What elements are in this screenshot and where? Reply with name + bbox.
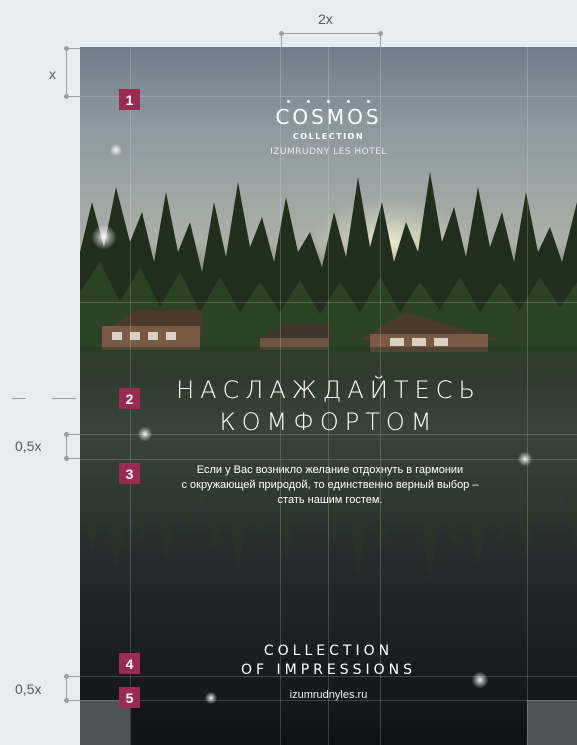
body-line-2: с окружающей природой, то единственно ве… [181,479,479,491]
dimension-label-2x: 2x [318,11,333,27]
headline-line-1: НАСЛАЖДАЙТЕСЬ [176,376,481,404]
dimension-dot [64,456,69,461]
dimension-label-half-x: 0,5x [15,681,42,697]
footer-title: COLLECTION OF IMPRESSIONS [80,642,577,680]
dimension-dot [64,698,69,703]
footer-line-2: OF IMPRESSIONS [240,662,417,678]
grid-guide [80,459,577,460]
website-url: izumrudnyles.ru [289,689,368,701]
dimension-dot [64,94,69,99]
dimension-dot [279,31,284,36]
margin-strip-right [527,700,577,745]
headline: НАСЛАЖДАЙТЕСЬ КОМФОРТОМ [80,374,577,438]
marker-3: 3 [119,463,140,484]
marker-2: 2 [119,388,140,409]
footer-line-1: COLLECTION [263,643,394,659]
dimension-label-x: x [49,66,56,82]
dimension-dot [378,31,383,36]
dimension-line-x [66,48,67,97]
bokeh-light [92,225,116,249]
grid-guide [80,96,577,97]
dimension-label-half-x: 0,5x [15,438,42,454]
marker-1: 1 [119,89,140,110]
dash-mark [12,398,26,399]
body-line-3: стать нашим гостем. [277,494,383,506]
dash-mark [52,398,76,399]
headline-line-2: КОМФОРТОМ [219,408,438,436]
body-text: Если у Вас возникло желание отдохнуть в … [135,463,525,508]
logo-subtitle: COLLECTION [292,132,365,141]
hotel-name: IZUMRUDNY LES HOTEL [270,147,387,157]
grid-guide [80,302,577,303]
poster: COSMOS COLLECTION IZUMRUDNY LES HOTEL НА… [80,47,577,745]
marker-4: 4 [119,653,140,674]
logo-brand: COSMOS [275,105,382,129]
dimension-dot [64,46,69,51]
dimension-line-2x [281,33,381,34]
marker-5: 5 [119,687,140,708]
body-line-1: Если у Вас возникло желание отдохнуть в … [196,464,464,476]
dimension-dot [64,674,69,679]
dimension-dot [64,432,69,437]
